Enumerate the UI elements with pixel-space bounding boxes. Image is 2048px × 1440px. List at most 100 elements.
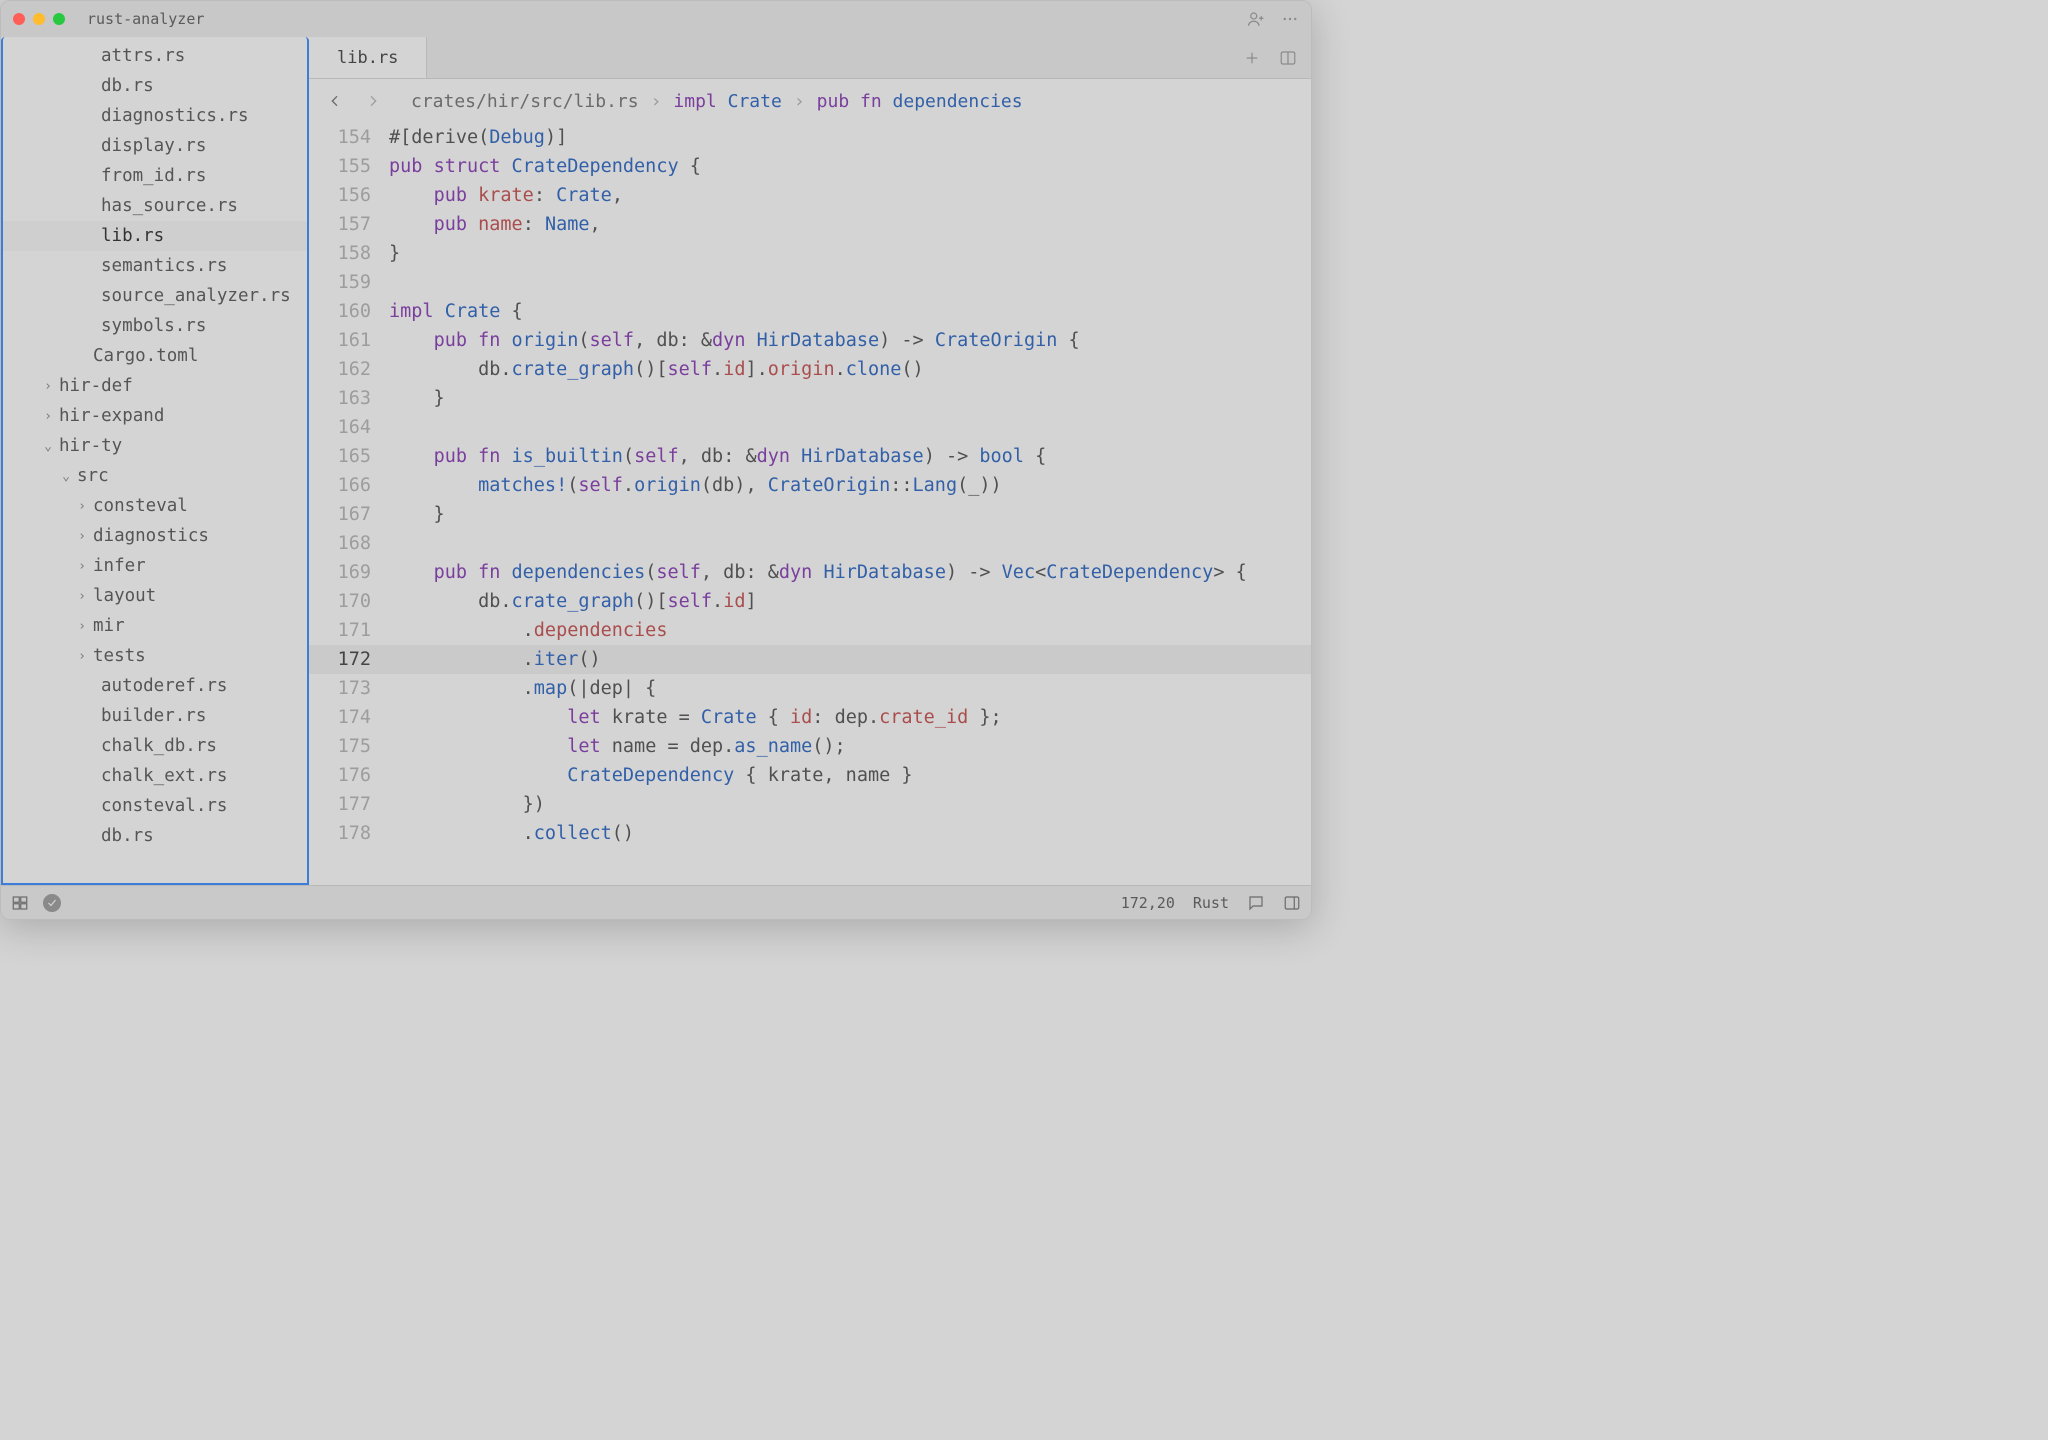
code-line[interactable]: 175 let name = dep.as_name(); [309, 732, 1311, 761]
code-line[interactable]: 176 CrateDependency { krate, name } [309, 761, 1311, 790]
fullscreen-icon[interactable] [53, 13, 65, 25]
code-content[interactable]: let name = dep.as_name(); [389, 732, 846, 761]
chevron-right-icon[interactable]: › [75, 589, 89, 604]
code-content[interactable]: pub name: Name, [389, 210, 601, 239]
tree-item[interactable]: ⌄src [3, 461, 307, 491]
code-content[interactable]: }) [389, 790, 545, 819]
feedback-icon[interactable] [1247, 894, 1265, 912]
code-content[interactable]: } [389, 500, 445, 529]
tree-item[interactable]: Cargo.toml [3, 341, 307, 371]
chevron-right-icon[interactable]: › [41, 379, 55, 394]
minimize-icon[interactable] [33, 13, 45, 25]
tree-item[interactable]: lib.rs [3, 221, 307, 251]
tree-item[interactable]: symbols.rs [3, 311, 307, 341]
chevron-right-icon[interactable]: › [75, 529, 89, 544]
breadcrumb-fn-name[interactable]: dependencies [893, 91, 1023, 112]
tree-item[interactable]: diagnostics.rs [3, 101, 307, 131]
code-content[interactable]: pub krate: Crate, [389, 181, 623, 210]
code-line[interactable]: 161 pub fn origin(self, db: &dyn HirData… [309, 326, 1311, 355]
chevron-right-icon[interactable]: › [75, 649, 89, 664]
more-icon[interactable] [1281, 10, 1299, 28]
code-line[interactable]: 177 }) [309, 790, 1311, 819]
tree-item[interactable]: db.rs [3, 821, 307, 851]
code-line[interactable]: 170 db.crate_graph()[self.id] [309, 587, 1311, 616]
tree-item[interactable]: autoderef.rs [3, 671, 307, 701]
split-editor-icon[interactable] [1279, 49, 1297, 67]
code-line[interactable]: 158} [309, 239, 1311, 268]
tree-item[interactable]: ›diagnostics [3, 521, 307, 551]
code-line[interactable]: 159 [309, 268, 1311, 297]
code-content[interactable]: .iter() [389, 645, 601, 674]
code-line[interactable]: 174 let krate = Crate { id: dep.crate_id… [309, 703, 1311, 732]
tree-item[interactable]: has_source.rs [3, 191, 307, 221]
code-line[interactable]: 155pub struct CrateDependency { [309, 152, 1311, 181]
tree-item[interactable]: ⌄hir-ty [3, 431, 307, 461]
tree-item[interactable]: attrs.rs [3, 41, 307, 71]
tree-item[interactable]: from_id.rs [3, 161, 307, 191]
code-content[interactable]: } [389, 384, 445, 413]
tree-item[interactable]: display.rs [3, 131, 307, 161]
breadcrumb-path[interactable]: crates/hir/src/lib.rs [411, 91, 639, 112]
chevron-right-icon[interactable]: › [75, 619, 89, 634]
code-content[interactable]: db.crate_graph()[self.id].origin.clone() [389, 355, 924, 384]
code-content[interactable]: matches!(self.origin(db), CrateOrigin::L… [389, 471, 1002, 500]
code-line[interactable]: 167 } [309, 500, 1311, 529]
code-content[interactable]: .map(|dep| { [389, 674, 656, 703]
file-language[interactable]: Rust [1193, 894, 1229, 912]
project-panel-icon[interactable] [11, 894, 29, 912]
code-content[interactable]: pub fn origin(self, db: &dyn HirDatabase… [389, 326, 1080, 355]
code-content[interactable]: .collect() [389, 819, 634, 848]
tree-item[interactable]: ›layout [3, 581, 307, 611]
code-line[interactable]: 154#[derive(Debug)] [309, 123, 1311, 152]
code-line[interactable]: 173 .map(|dep| { [309, 674, 1311, 703]
code-line[interactable]: 166 matches!(self.origin(db), CrateOrigi… [309, 471, 1311, 500]
tree-item[interactable]: source_analyzer.rs [3, 281, 307, 311]
code-content[interactable]: .dependencies [389, 616, 667, 645]
code-line[interactable]: 169 pub fn dependencies(self, db: &dyn H… [309, 558, 1311, 587]
tree-item[interactable]: consteval.rs [3, 791, 307, 821]
chevron-right-icon[interactable]: › [41, 409, 55, 424]
tree-item[interactable]: ›infer [3, 551, 307, 581]
tree-item[interactable]: semantics.rs [3, 251, 307, 281]
tab-active[interactable]: lib.rs [309, 37, 427, 78]
code-content[interactable]: CrateDependency { krate, name } [389, 761, 913, 790]
code-content[interactable]: } [389, 239, 400, 268]
tree-item[interactable]: ›hir-def [3, 371, 307, 401]
code-line[interactable]: 156 pub krate: Crate, [309, 181, 1311, 210]
code-editor[interactable]: 154#[derive(Debug)]155pub struct CrateDe… [309, 123, 1311, 885]
breadcrumb-impl-kw[interactable]: impl [673, 91, 716, 112]
code-line[interactable]: 162 db.crate_graph()[self.id].origin.clo… [309, 355, 1311, 384]
tree-item[interactable]: chalk_ext.rs [3, 761, 307, 791]
code-line[interactable]: 164 [309, 413, 1311, 442]
code-content[interactable]: pub fn dependencies(self, db: &dyn HirDa… [389, 558, 1247, 587]
code-content[interactable]: impl Crate { [389, 297, 523, 326]
nav-forward-icon[interactable] [365, 93, 381, 109]
tree-item[interactable]: db.rs [3, 71, 307, 101]
code-line[interactable]: 171 .dependencies [309, 616, 1311, 645]
chevron-right-icon[interactable]: › [75, 499, 89, 514]
file-tree[interactable]: attrs.rsdb.rsdiagnostics.rsdisplay.rsfro… [1, 37, 309, 885]
chevron-down-icon[interactable]: ⌄ [41, 439, 55, 454]
code-line[interactable]: 163 } [309, 384, 1311, 413]
tree-item[interactable]: ›tests [3, 641, 307, 671]
breadcrumb-impl-ty[interactable]: Crate [728, 91, 782, 112]
tree-item[interactable]: ›consteval [3, 491, 307, 521]
code-content[interactable]: let krate = Crate { id: dep.crate_id }; [389, 703, 1002, 732]
chevron-down-icon[interactable]: ⌄ [59, 469, 73, 484]
diagnostics-ok-icon[interactable] [43, 894, 61, 912]
code-content[interactable]: pub fn is_builtin(self, db: &dyn HirData… [389, 442, 1046, 471]
add-person-icon[interactable] [1247, 10, 1265, 28]
code-line[interactable]: 157 pub name: Name, [309, 210, 1311, 239]
code-line[interactable]: 160impl Crate { [309, 297, 1311, 326]
breadcrumb-fn-kw[interactable]: pub fn [817, 91, 882, 112]
new-tab-icon[interactable] [1243, 49, 1261, 67]
code-line[interactable]: 165 pub fn is_builtin(self, db: &dyn Hir… [309, 442, 1311, 471]
code-line[interactable]: 172 .iter() [309, 645, 1311, 674]
code-line[interactable]: 168 [309, 529, 1311, 558]
tree-item[interactable]: ›mir [3, 611, 307, 641]
toggle-right-dock-icon[interactable] [1283, 894, 1301, 912]
nav-back-icon[interactable] [327, 93, 343, 109]
chevron-right-icon[interactable]: › [75, 559, 89, 574]
cursor-position[interactable]: 172,20 [1121, 894, 1175, 912]
tree-item[interactable]: chalk_db.rs [3, 731, 307, 761]
